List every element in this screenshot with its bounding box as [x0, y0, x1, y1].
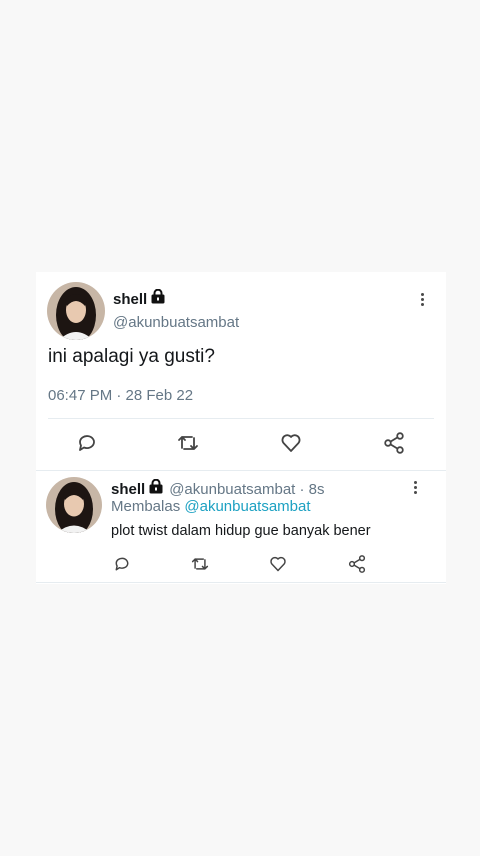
tweet-text: ini apalagi ya gusti?	[48, 346, 215, 367]
tweet-thread-card: shell @akunbuatsambat ini apalagi ya gus…	[36, 272, 446, 584]
divider	[36, 582, 446, 583]
more-options-icon[interactable]	[421, 293, 425, 306]
user-handle: @akunbuatsambat	[113, 314, 240, 331]
reply-icon[interactable]	[74, 430, 100, 456]
reply-text: plot twist dalam hidup gue banyak bener	[111, 523, 371, 539]
tweet-actions	[36, 430, 446, 458]
retweet-icon[interactable]	[175, 430, 201, 456]
reply-author: shell @akunbuatsambat · 8s	[111, 478, 325, 499]
tweet-author: shell	[113, 288, 166, 309]
tweet-timestamp: 06:47 PM · 28 Feb 22	[48, 387, 194, 404]
replying-prefix: Membalas	[111, 498, 181, 515]
retweet-icon[interactable]	[189, 553, 211, 575]
lock-icon	[148, 478, 164, 499]
reply-more-options-icon[interactable]	[414, 481, 418, 494]
divider	[36, 470, 446, 471]
share-icon[interactable]	[346, 553, 368, 575]
display-name: shell	[113, 290, 148, 308]
avatar[interactable]	[47, 282, 105, 340]
divider	[48, 418, 434, 419]
reply-avatar[interactable]	[46, 477, 102, 533]
reply-handle-time: @akunbuatsambat · 8s	[169, 480, 325, 498]
like-icon[interactable]	[267, 553, 289, 575]
replying-to: Membalas @akunbuatsambat	[111, 498, 311, 515]
reply-display-name: shell	[111, 480, 146, 498]
like-icon[interactable]	[278, 430, 304, 456]
replying-to-link[interactable]: @akunbuatsambat	[184, 498, 310, 515]
share-icon[interactable]	[381, 430, 407, 456]
reply-actions	[36, 553, 446, 575]
reply-icon[interactable]	[111, 553, 133, 575]
lock-icon	[150, 288, 166, 309]
